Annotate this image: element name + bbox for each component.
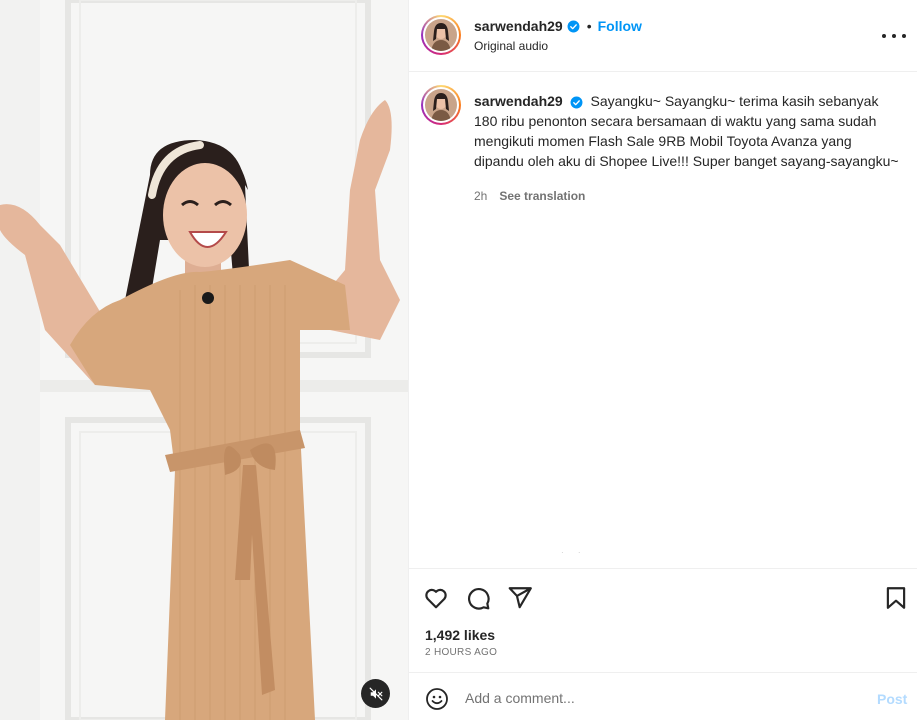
likes-count[interactable]: 1,492 likes [425, 627, 495, 643]
avatar[interactable] [421, 15, 461, 55]
separator-dot: • [586, 18, 592, 34]
video-frame [0, 0, 408, 720]
heart-icon[interactable] [423, 585, 449, 611]
caption-avatar[interactable] [421, 85, 461, 125]
post-timestamp[interactable]: 2 HOURS AGO [425, 647, 497, 658]
comment-input[interactable] [465, 685, 865, 711]
comment-bar: Post [409, 672, 917, 720]
send-icon[interactable] [507, 585, 533, 611]
follow-button[interactable]: Follow [598, 18, 642, 34]
verified-badge-icon [567, 20, 580, 32]
bookmark-icon[interactable] [883, 585, 909, 611]
caption-age: 2h [474, 189, 488, 203]
caption-username[interactable]: sarwendah29 [474, 93, 563, 109]
caption-meta: 2h See translation [474, 189, 585, 203]
post-media[interactable] [0, 0, 408, 720]
action-bar [409, 568, 917, 628]
comment-icon[interactable] [465, 585, 491, 611]
audio-link[interactable]: Original audio [474, 39, 548, 53]
verified-badge-icon [570, 96, 583, 109]
more-options-icon [882, 34, 886, 38]
post-header: sarwendah29 • Follow Original audio [409, 0, 917, 72]
comments-section: sarwendah29 Sayangku~ Sayangku~ terima k… [409, 73, 917, 568]
see-translation-link[interactable]: See translation [499, 189, 585, 203]
muted-speaker-icon [369, 687, 382, 700]
mute-button[interactable] [361, 679, 390, 708]
emoji-icon[interactable] [425, 687, 449, 711]
post-details-panel: sarwendah29 • Follow Original audio sarw… [408, 0, 917, 720]
post-caption: sarwendah29 Sayangku~ Sayangku~ terima k… [474, 91, 904, 171]
username[interactable]: sarwendah29 [474, 18, 563, 34]
more-options-button[interactable] [882, 24, 906, 48]
post-comment-button[interactable]: Post [877, 691, 907, 707]
loading-indicator: · · [561, 548, 587, 557]
